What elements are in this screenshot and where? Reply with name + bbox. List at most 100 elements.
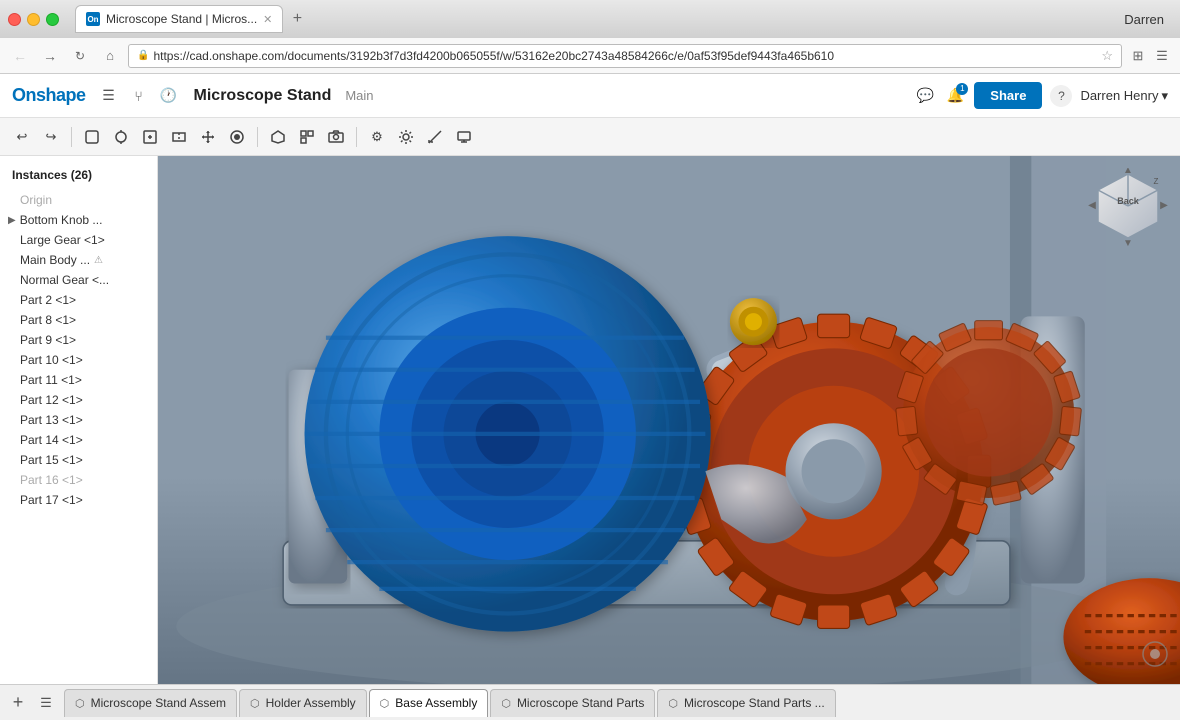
sidebar-item-part9[interactable]: Part 9 <1>	[0, 330, 157, 350]
camera-button[interactable]	[322, 123, 350, 151]
main-content: Instances (26) Origin ▶ Bottom Knob ... …	[0, 156, 1180, 684]
share-button[interactable]: Share	[974, 82, 1042, 109]
svg-text:▲: ▲	[1123, 168, 1133, 176]
instances-sidebar: Instances (26) Origin ▶ Bottom Knob ... …	[0, 156, 158, 684]
chat-button[interactable]: 💬	[914, 85, 936, 107]
display-settings-button[interactable]	[450, 123, 478, 151]
fullscreen-window-button[interactable]	[46, 13, 59, 26]
svg-text:Z: Z	[1154, 177, 1159, 186]
tab-label: Base Assembly	[395, 696, 477, 710]
branch-label: Main	[345, 88, 373, 103]
sidebar-item-main-body[interactable]: Main Body ... ⚠	[0, 250, 157, 270]
select-button[interactable]	[78, 123, 106, 151]
display-group	[264, 123, 350, 151]
tab-microscope-stand-assem[interactable]: ⬡ Microscope Stand Assem	[64, 689, 237, 717]
titlebar: On Microscope Stand | Micros... ✕ + Darr…	[0, 0, 1180, 38]
bookmark-icon[interactable]: ☆	[1101, 48, 1113, 64]
help-button[interactable]: ?	[1050, 85, 1072, 107]
expand-icon: ▶	[8, 215, 16, 226]
sidebar-item-part12[interactable]: Part 12 <1>	[0, 390, 157, 410]
settings-group: ⚙	[363, 123, 478, 151]
toolbar-divider-1	[71, 127, 72, 147]
notifications-button[interactable]: 🔔 1	[944, 85, 966, 107]
sidebar-item-part16[interactable]: Part 16 <1>	[0, 470, 157, 490]
viewport-svg: {/* Simplified gear teeth as rectangles …	[158, 156, 1180, 684]
settings-button[interactable]: ⚙	[363, 123, 391, 151]
sidebar-item-part14[interactable]: Part 14 <1>	[0, 430, 157, 450]
history-icon[interactable]: 🕐	[158, 85, 180, 107]
tab-close-button[interactable]: ✕	[263, 13, 272, 26]
forward-button[interactable]: →	[38, 44, 62, 68]
svg-text:◀: ◀	[1088, 200, 1096, 211]
parts-icon: ⬡	[501, 697, 511, 710]
version-history-icon[interactable]: ⑂	[128, 85, 150, 107]
section-view-button[interactable]	[165, 123, 193, 151]
toolbar: ↩ ↪ ⚙	[0, 118, 1180, 156]
undo-button[interactable]: ↩	[8, 123, 36, 151]
sidebar-item-label: Bottom Knob ...	[20, 213, 103, 227]
active-browser-tab[interactable]: On Microscope Stand | Micros... ✕	[75, 5, 283, 33]
back-button[interactable]: ←	[8, 44, 32, 68]
svg-text:▼: ▼	[1123, 238, 1133, 248]
3d-viewport[interactable]: {/* Simplified gear teeth as rectangles …	[158, 156, 1180, 684]
app-header: Onshape ☰ ⑂ 🕐 Microscope Stand Main 💬 🔔 …	[0, 74, 1180, 118]
view-cube[interactable]: Back Z ▲ ▼ ◀ ▶	[1088, 168, 1168, 248]
sidebar-item-part13[interactable]: Part 13 <1>	[0, 410, 157, 430]
sidebar-item-bottom-knob[interactable]: ▶ Bottom Knob ...	[0, 210, 157, 230]
refresh-button[interactable]: ↻	[68, 44, 92, 68]
toolbar-divider-2	[257, 127, 258, 147]
instances-header: Instances (26)	[0, 164, 157, 190]
sidebar-item-part15[interactable]: Part 15 <1>	[0, 450, 157, 470]
standard-views-button[interactable]	[293, 123, 321, 151]
address-bar: ← → ↻ ⌂ 🔒 https://cad.onshape.com/docume…	[0, 38, 1180, 74]
parts-icon: ⬡	[668, 697, 678, 710]
minimize-window-button[interactable]	[27, 13, 40, 26]
hamburger-menu-icon[interactable]: ☰	[98, 85, 120, 107]
tab-label: Holder Assembly	[266, 696, 356, 710]
assembly-icon: ⬡	[250, 697, 260, 710]
assembly-icon: ⬡	[75, 697, 85, 710]
bottom-tab-bar: + ☰ ⬡ Microscope Stand Assem ⬡ Holder As…	[0, 684, 1180, 720]
close-window-button[interactable]	[8, 13, 21, 26]
isometric-view-button[interactable]	[264, 123, 292, 151]
sidebar-item-part2[interactable]: Part 2 <1>	[0, 290, 157, 310]
add-tab-button[interactable]: +	[4, 689, 32, 717]
new-tab-button[interactable]: +	[285, 7, 309, 31]
move-view-button[interactable]	[194, 123, 222, 151]
measure-button[interactable]	[421, 123, 449, 151]
tab-list-button[interactable]: ☰	[32, 689, 60, 717]
view-tools-group	[78, 123, 251, 151]
sidebar-item-part17[interactable]: Part 17 <1>	[0, 490, 157, 510]
svg-text:▶: ▶	[1160, 200, 1168, 211]
user-menu[interactable]: Darren Henry ▾	[1080, 88, 1168, 104]
tab-microscope-stand-parts[interactable]: ⬡ Microscope Stand Parts	[490, 689, 655, 717]
sidebar-item-origin[interactable]: Origin	[0, 190, 157, 210]
tab-base-assembly[interactable]: ⬡ Base Assembly	[369, 689, 489, 717]
onshape-logo[interactable]: Onshape	[12, 85, 86, 106]
sidebar-item-part11[interactable]: Part 11 <1>	[0, 370, 157, 390]
sidebar-item-part10[interactable]: Part 10 <1>	[0, 350, 157, 370]
browser-extensions-icon[interactable]: ⊞	[1128, 46, 1148, 66]
window-controls[interactable]	[8, 13, 59, 26]
sidebar-item-part8[interactable]: Part 8 <1>	[0, 310, 157, 330]
user-name-label: Darren Henry	[1080, 88, 1158, 103]
assembly-icon: ⬡	[380, 697, 390, 710]
address-bar-actions: ⊞ ☰	[1128, 46, 1172, 66]
tab-holder-assembly[interactable]: ⬡ Holder Assembly	[239, 689, 367, 717]
url-bar[interactable]: 🔒 https://cad.onshape.com/documents/3192…	[128, 44, 1122, 68]
browser-tab-bar: On Microscope Stand | Micros... ✕ +	[75, 5, 309, 33]
redo-button[interactable]: ↪	[37, 123, 65, 151]
tab-label: Microscope Stand Parts ...	[684, 696, 825, 710]
sidebar-item-large-gear[interactable]: Large Gear <1>	[0, 230, 157, 250]
tab-label: Microscope Stand | Micros...	[106, 12, 257, 26]
look-at-button[interactable]	[223, 123, 251, 151]
tab-microscope-stand-parts-2[interactable]: ⬡ Microscope Stand Parts ...	[657, 689, 835, 717]
browser-menu-icon[interactable]: ☰	[1152, 46, 1172, 66]
sidebar-item-normal-gear[interactable]: Normal Gear <...	[0, 270, 157, 290]
zoom-fit-button[interactable]	[136, 123, 164, 151]
user-menu-chevron-icon: ▾	[1161, 88, 1168, 104]
rotate-view-button[interactable]	[107, 123, 135, 151]
home-button[interactable]: ⌂	[98, 44, 122, 68]
svg-text:Back: Back	[1117, 196, 1140, 206]
preferences-button[interactable]	[392, 123, 420, 151]
